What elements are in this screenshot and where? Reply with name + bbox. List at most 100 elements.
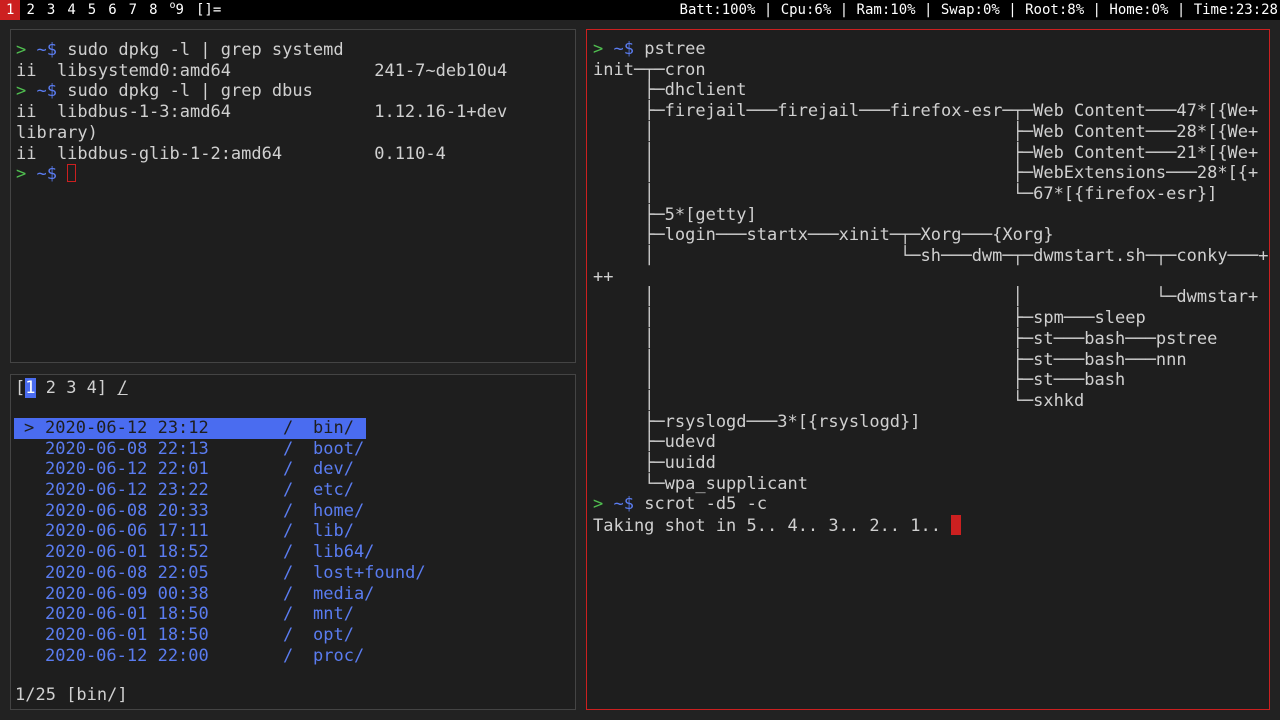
file-entry-boot[interactable]: 2020-06-08 22:13 / boot/ [14,439,366,460]
file-name: lib64/ [313,542,375,563]
terminal-line: │ ├─WebExtensions───28*[{+ [593,163,1269,184]
output-text: ├─5*[getty] [593,204,757,225]
file-entry-lostfound[interactable]: 2020-06-08 22:05 / lost+found/ [14,562,426,584]
terminal-line: ++ [593,267,1269,288]
output-text: ├─uuidd [593,453,716,474]
output-text: init─┬─cron [593,59,706,80]
command-text: sudo dpkg -l | grep systemd [67,40,344,60]
terminal-line: init─┬─cron [593,60,1269,81]
system-status: Batt:100% | Cpu:6% | Ram:10% | Swap:0% |… [679,2,1278,18]
status-bar: 1 2 3 4 5 6 7 8 o9 []= Batt:100% | Cpu:6% | Ram:1… [0,0,1280,20]
file-entry-lib[interactable]: 2020-06-06 17:11 / lib/ [14,521,366,542]
output-text: ├─login───startx───xinit─┬─Xorg───{Xorg} [593,225,1054,246]
file-manager-pane[interactable]: [1 2 3 4] / >2020-06-12 23:12 / bin/2020-0… [10,374,576,710]
tag-2[interactable]: 2 [20,0,40,20]
tag-4[interactable]: 4 [61,0,81,20]
terminal-line: │ ├─st───bash───pstree [593,329,1269,350]
file-date: 2020-06-01 18:52 [45,542,209,563]
file-type-indicator: / [283,583,294,604]
terminal-line: ├─uuidd [593,453,1269,474]
file-name: media/ [313,583,375,604]
tag-7[interactable]: 7 [123,0,143,20]
file-entry-proc[interactable]: 2020-06-12 22:00 / proc/ [14,646,366,667]
nnn-status-line: 1/25 [bin/] [15,685,128,705]
file-type-indicator: / [283,500,294,521]
file-date: 2020-06-12 22:01 [45,459,209,480]
file-entry-mnt[interactable]: 2020-06-01 18:50 / mnt/ [14,604,366,625]
tag-6[interactable]: 6 [102,0,122,20]
file-type-indicator: / [283,480,294,501]
terminal-line: Taking shot in 5.. 4.. 3.. 2.. 1.. [593,515,1269,537]
tag-8[interactable]: 8 [143,0,163,20]
output-text: ├─firejail───firejail───firefox-esr─┬─We… [593,101,1259,122]
file-name: bin/ [313,418,354,438]
file-date: 2020-06-01 18:50 [45,604,209,625]
file-entry-etc[interactable]: 2020-06-12 23:22 / etc/ [14,480,366,501]
output-text: │ └─67*[{firefox-esr}] [593,183,1218,204]
tag-list: 1 2 3 4 5 6 7 8 o9 []= [0,0,229,20]
terminal-pane-pstree[interactable]: > ~$ pstree init─┬─cron ├─dhclient ├─fire… [586,29,1270,710]
file-entry-media[interactable]: 2020-06-09 00:38 / media/ [14,583,374,605]
tag-9[interactable]: o9 [164,0,190,20]
file-name: etc/ [313,480,354,501]
nnn-context-tabs: [1 2 3 4] / [15,378,128,398]
file-name: proc/ [313,645,365,666]
tag-occupied-indicator: o [169,0,176,11]
tag-5[interactable]: 5 [82,0,102,20]
terminal-cursor [951,515,962,536]
output-text: ii libsystemd0:amd64 241-7~deb10u4 [16,60,508,81]
command-text: pstree [644,39,706,59]
tag-3[interactable]: 3 [41,0,61,20]
terminal-line: ├─dhclient [593,80,1269,101]
prompt-arrow: > [593,494,604,515]
terminal-line: ii libsystemd0:amd64 241-7~deb10u4 [16,61,507,82]
terminal-line: ├─firejail───firejail───firefox-esr─┬─We… [593,101,1269,122]
file-type-indicator: / [283,645,294,666]
prompt-dir: ~$ [36,40,57,60]
file-entry-dev[interactable]: 2020-06-12 22:01 / dev/ [14,459,366,480]
terminal-line: ├─udevd [593,432,1269,453]
terminal-line: │ ├─Web Content───28*[{We+ [593,122,1269,143]
file-type-indicator: / [283,562,294,583]
file-entry-home[interactable]: 2020-06-08 20:33 / home/ [14,501,366,522]
output-text: │ ├─st───bash [593,370,1126,391]
output-text: ├─udevd [593,432,716,453]
terminal-line: library) [16,123,507,144]
output-text: │ ├─Web Content───28*[{We+ [593,121,1259,142]
file-date: >2020-06-12 23:12 [24,418,209,438]
tag-1[interactable]: 1 [0,0,21,20]
command-text: scrot -d5 -c [644,494,768,515]
prompt-arrow: > [16,164,27,185]
output-text: ii libdbus-1-3:amd64 1.12.16-1+dev [16,102,508,123]
terminal-line: > ~$ sudo dpkg -l | grep systemd [16,40,507,61]
prompt-arrow: > [16,40,27,60]
terminal-line: │ └─sh───dwm─┬─dwmstart.sh─┬─conky───+ [593,246,1269,267]
file-date: 2020-06-08 22:05 [45,562,209,583]
prompt-dir: ~$ [36,164,57,185]
terminal-line: │ ├─Web Content───21*[{We+ [593,143,1269,164]
file-entry-lib64[interactable]: 2020-06-01 18:52 / lib64/ [14,542,374,563]
nnn-tab-others[interactable]: 2 3 4] [36,378,107,398]
output-text: │ ├─WebExtensions───28*[{+ [593,163,1259,184]
output-text: ii libdbus-glib-1-2:amd64 0.110-4 [16,143,446,164]
output-text: │ └─sh───dwm─┬─dwmstart.sh─┬─conky───+ [593,246,1269,267]
terminal-pane-dpkg[interactable]: > ~$ sudo dpkg -l | grep systemd ii libsy… [10,29,576,363]
file-date: 2020-06-09 00:38 [45,583,209,604]
output-text: └─wpa_supplicant [593,473,808,494]
layout-indicator[interactable]: []= [190,0,229,20]
terminal-cursor [67,164,77,183]
file-entry-bin[interactable]: >2020-06-12 23:12 / bin/ [14,418,366,439]
output-text: │ ├─st───bash───nnn [593,349,1187,370]
terminal-line: │ ├─st───bash [593,370,1269,391]
file-entry-opt[interactable]: 2020-06-01 18:50 / opt/ [14,625,366,646]
terminal-line: │ └─67*[{firefox-esr}] [593,184,1269,205]
file-date: 2020-06-06 17:11 [45,521,209,542]
file-name: boot/ [313,438,365,459]
terminal-output: > ~$ pstree init─┬─cron ├─dhclient ├─fire… [593,39,1269,537]
file-type-indicator: / [283,542,294,563]
file-type-indicator: / [283,604,294,625]
nnn-tab-active[interactable]: 1 [25,378,36,398]
terminal-line: │ │ └─dwmstar+ [593,287,1269,308]
terminal-line: > ~$ [16,164,507,185]
file-name: lost+found/ [313,562,426,583]
